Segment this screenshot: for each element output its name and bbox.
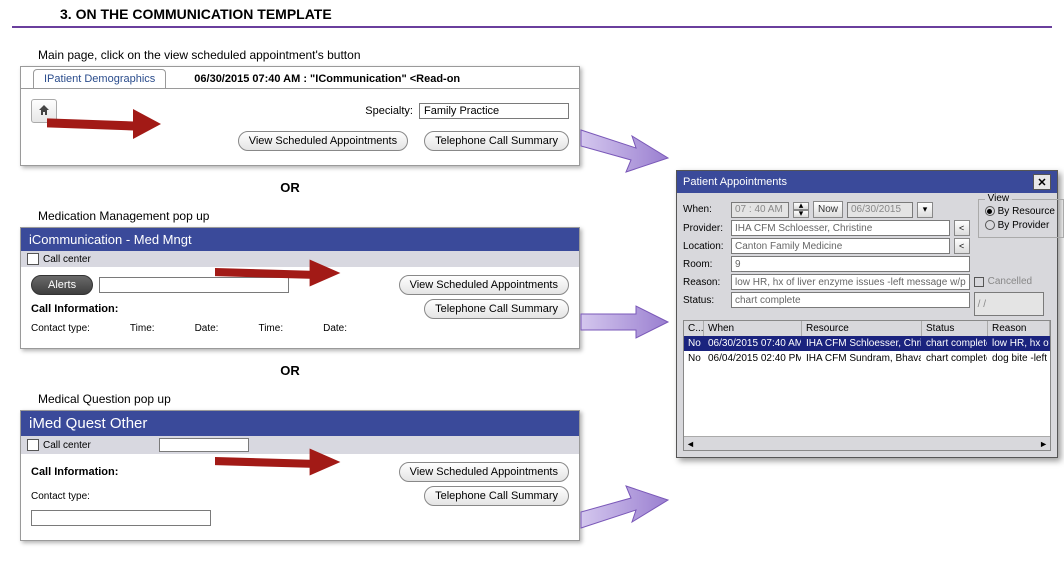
by-provider-radio[interactable] <box>985 220 995 230</box>
lookup-icon[interactable]: < <box>954 220 970 236</box>
appointments-grid[interactable]: C... When Resource Status Reason No06/30… <box>683 320 1051 451</box>
provider-field[interactable]: IHA CFM Schloesser, Christine <box>731 220 950 236</box>
room-field[interactable]: 9 <box>731 256 970 272</box>
call-center-label: Call center <box>43 440 91 451</box>
imed-quest-panel: iMed Quest Other Call center Call Inform… <box>20 410 580 541</box>
red-instruction-arrow <box>47 109 167 139</box>
caption-med: Medication Management pop up <box>38 209 610 223</box>
col-resource[interactable]: Resource <box>802 321 922 336</box>
location-field[interactable]: Canton Family Medicine <box>731 238 950 254</box>
view-groupbox: View By Resource By Provider <box>978 199 1064 238</box>
table-cell: dog bite -left message w/a <box>988 351 1050 366</box>
table-cell: chart complete <box>922 336 988 351</box>
tab-readonly-header: 06/30/2015 07:40 AM : "ICommunication" <… <box>184 70 470 88</box>
table-cell: 06/04/2015 02:40 PM <box>704 351 802 366</box>
contact-type-label: Contact type: <box>31 323 90 334</box>
table-row[interactable]: No06/30/2015 07:40 AMIHA CFM Schloesser,… <box>684 336 1050 351</box>
location-label: Location: <box>683 241 727 252</box>
purple-flow-arrow <box>576 302 672 342</box>
col-status[interactable]: Status <box>922 321 988 336</box>
red-instruction-arrow <box>215 449 347 476</box>
section-heading: 3. ON THE COMMUNICATION TEMPLATE <box>12 0 1052 28</box>
by-resource-radio[interactable] <box>985 206 995 216</box>
when-time-field[interactable]: 07 : 40 AM <box>731 202 789 218</box>
reason-field[interactable]: low HR, hx of liver enzyme issues -left … <box>731 274 970 290</box>
alerts-button[interactable]: Alerts <box>31 275 93 295</box>
specialty-label: Specialty: <box>365 105 413 117</box>
date-label: Date: <box>195 323 219 334</box>
scroll-right-icon[interactable]: ► <box>1039 439 1048 449</box>
horizontal-scrollbar[interactable]: ◄► <box>684 436 1050 450</box>
purple-flow-arrow <box>576 118 672 178</box>
by-provider-label: By Provider <box>998 220 1050 231</box>
table-cell: low HR, hx of liver enzyme <box>988 336 1050 351</box>
grid-empty-area <box>684 366 1050 436</box>
room-label: Room: <box>683 259 727 270</box>
med-mngt-panel: iCommunication - Med Mngt Call center Al… <box>20 227 580 349</box>
view-scheduled-appointments-button[interactable]: View Scheduled Appointments <box>399 275 569 295</box>
table-cell: IHA CFM Schloesser, Christ... <box>802 336 922 351</box>
purple-flow-arrow <box>576 480 672 540</box>
time-label: Time: <box>130 323 155 334</box>
col-when[interactable]: When <box>704 321 802 336</box>
telephone-call-summary-button[interactable]: Telephone Call Summary <box>424 131 569 151</box>
tab-patient-demographics[interactable]: IPatient Demographics <box>33 69 166 88</box>
med-mngt-title: iCommunication - Med Mngt <box>21 228 579 251</box>
view-scheduled-appointments-button[interactable]: View Scheduled Appointments <box>399 462 569 482</box>
specialty-field[interactable]: Family Practice <box>419 103 569 119</box>
provider-label: Provider: <box>683 223 727 234</box>
red-instruction-arrow <box>215 260 347 287</box>
view-legend: View <box>985 193 1013 204</box>
cancelled-checkbox[interactable] <box>974 277 984 287</box>
call-center-label: Call center <box>43 254 91 265</box>
calendar-icon[interactable]: ▾ <box>917 202 933 218</box>
col-cancelled[interactable]: C... <box>684 321 704 336</box>
call-center-checkbox[interactable] <box>27 253 39 265</box>
grid-header: C... When Resource Status Reason <box>684 321 1050 336</box>
dialog-title: Patient Appointments <box>683 176 787 188</box>
or-divider: OR <box>10 363 570 378</box>
col-reason[interactable]: Reason <box>988 321 1050 336</box>
table-cell: 06/30/2015 07:40 AM <box>704 336 802 351</box>
main-communication-panel: IPatient Demographics 06/30/2015 07:40 A… <box>20 66 580 166</box>
reason-label: Reason: <box>683 277 727 288</box>
cancelled-date-field: / / <box>974 292 1044 316</box>
table-cell: IHA CFM Sundram, Bhavan... <box>802 351 922 366</box>
cancelled-label: Cancelled <box>988 276 1032 287</box>
telephone-call-summary-button[interactable]: Telephone Call Summary <box>424 299 569 319</box>
contact-type-field[interactable] <box>31 510 211 526</box>
table-cell: chart complete <box>922 351 988 366</box>
lookup-icon[interactable]: < <box>954 238 970 254</box>
by-resource-label: By Resource <box>998 206 1055 217</box>
caption-main: Main page, click on the view scheduled a… <box>38 48 610 62</box>
table-cell: No <box>684 351 704 366</box>
close-icon[interactable]: ✕ <box>1033 174 1051 190</box>
now-button[interactable]: Now <box>813 201 843 218</box>
caption-quest: Medical Question pop up <box>38 392 610 406</box>
table-cell: No <box>684 336 704 351</box>
table-row[interactable]: No06/04/2015 02:40 PMIHA CFM Sundram, Bh… <box>684 351 1050 366</box>
date-label-2: Date: <box>323 323 347 334</box>
when-label: When: <box>683 204 727 215</box>
time-spinner-icon[interactable]: ▴▾ <box>793 202 809 218</box>
imed-quest-title: iMed Quest Other <box>21 411 579 436</box>
time-label-2: Time: <box>258 323 283 334</box>
call-center-checkbox[interactable] <box>27 439 39 451</box>
call-information-label: Call Information: <box>31 466 118 478</box>
contact-type-label: Contact type: <box>31 491 90 502</box>
scroll-left-icon[interactable]: ◄ <box>686 439 695 449</box>
patient-appointments-dialog: Patient Appointments ✕ When: 07 : 40 AM … <box>676 170 1058 458</box>
or-divider: OR <box>10 180 570 195</box>
call-information-label: Call Information: <box>31 303 118 315</box>
telephone-call-summary-button[interactable]: Telephone Call Summary <box>424 486 569 506</box>
when-date-field[interactable]: 06/30/2015 <box>847 202 913 218</box>
status-field[interactable]: chart complete <box>731 292 970 308</box>
status-label: Status: <box>683 295 727 306</box>
view-scheduled-appointments-button[interactable]: View Scheduled Appointments <box>238 131 408 151</box>
